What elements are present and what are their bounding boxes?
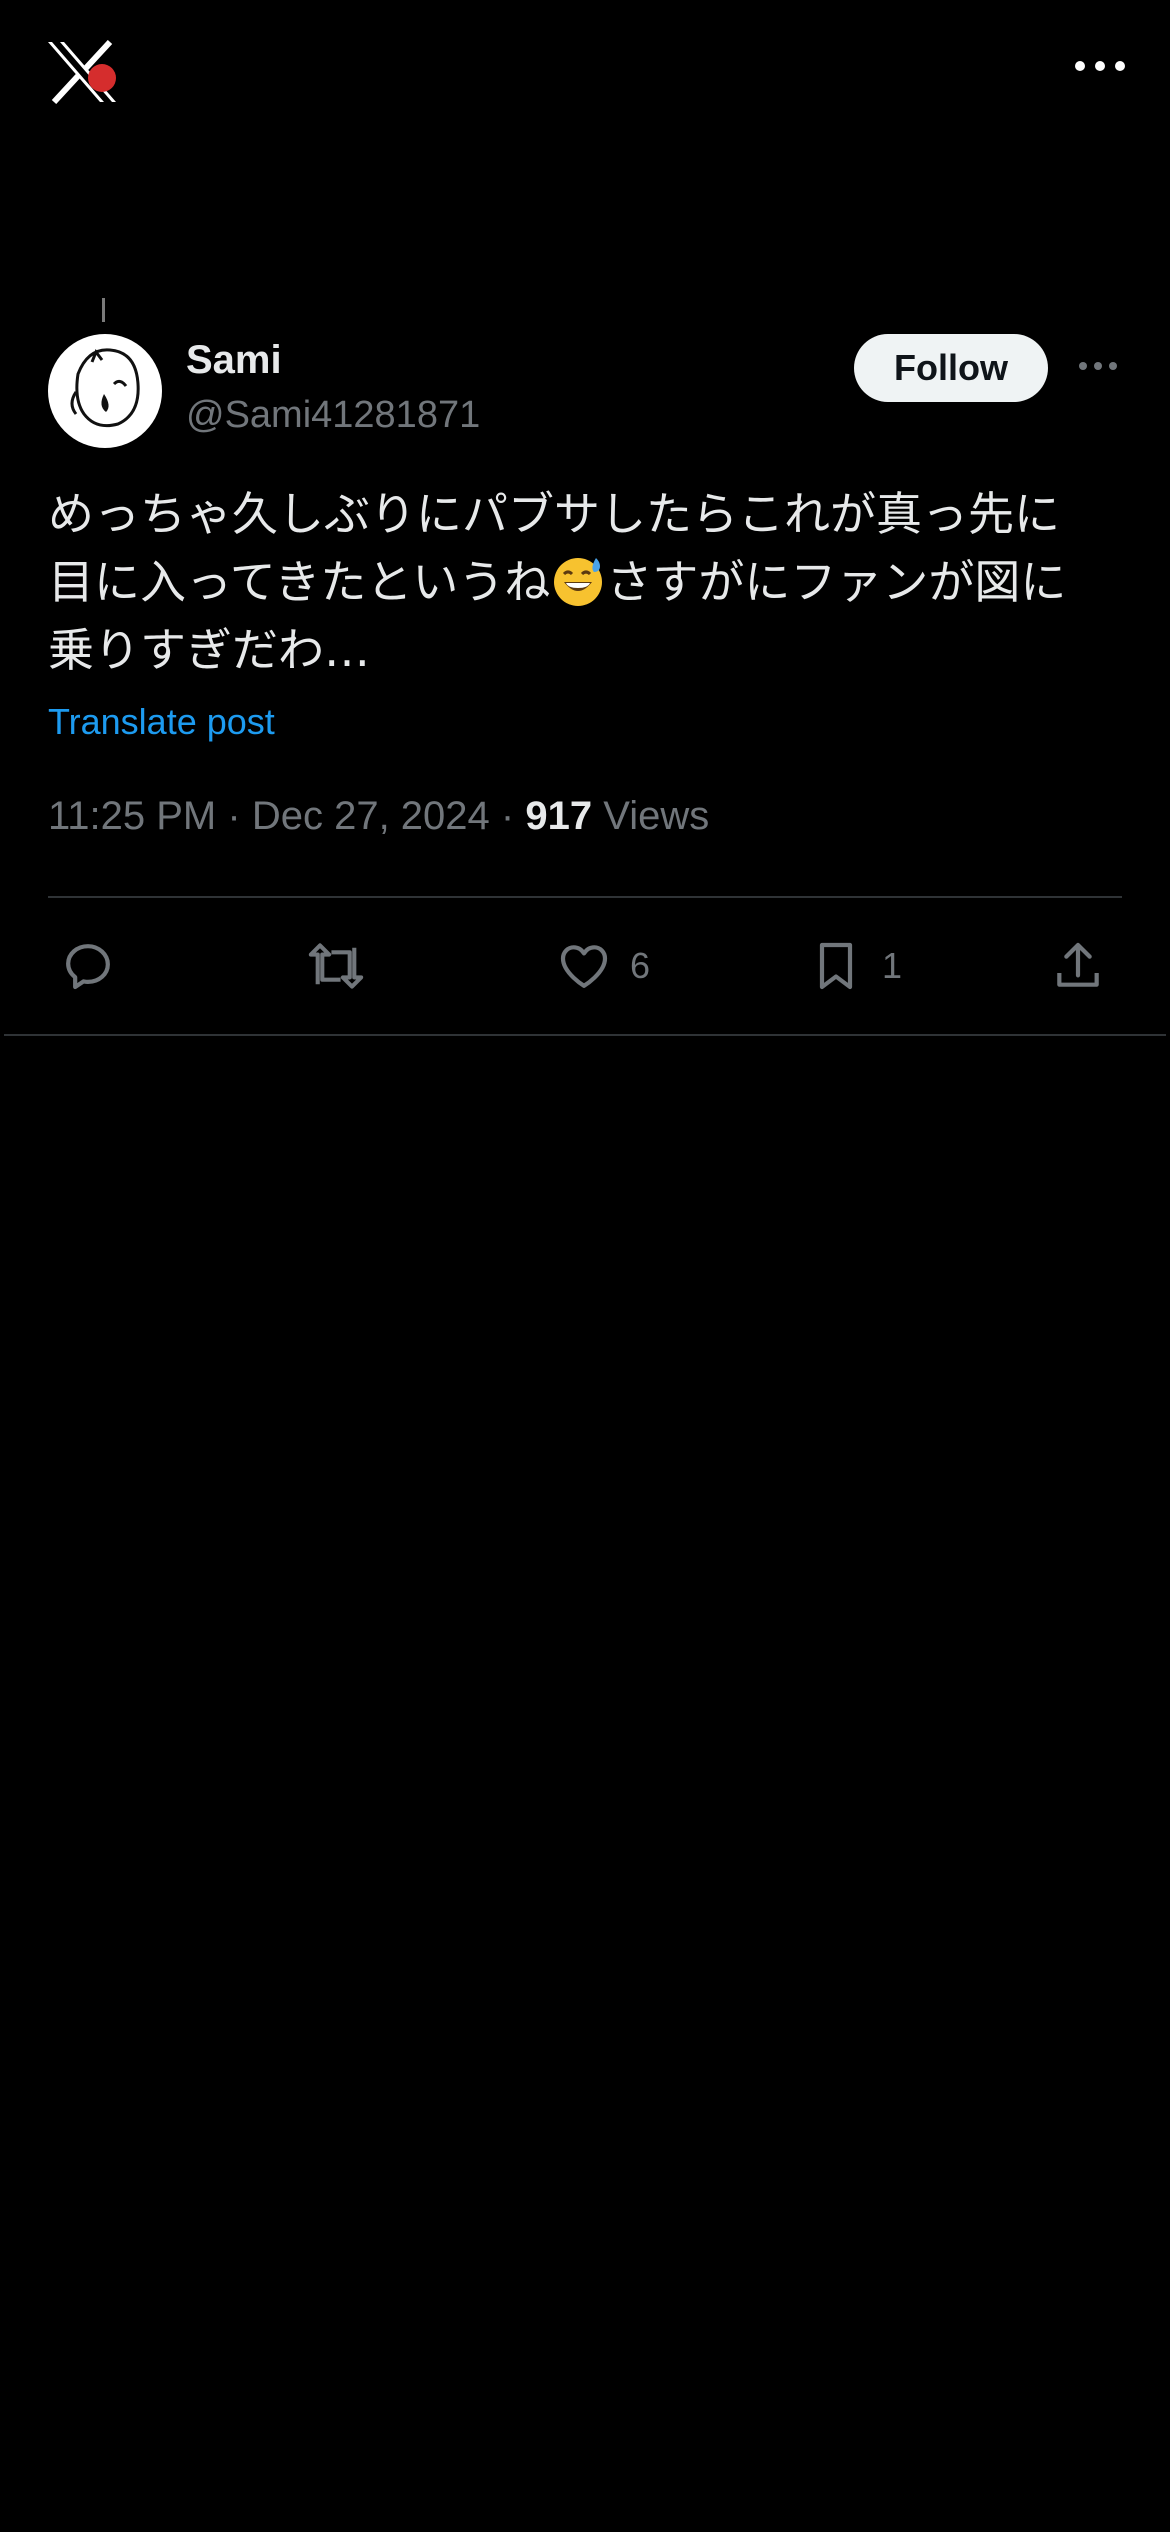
action-bar: 6 1 (48, 930, 1122, 1002)
avatar-drawing-icon (70, 348, 140, 428)
notification-badge-icon (88, 64, 116, 92)
bookmark-button[interactable]: 1 (808, 930, 902, 1002)
post-meta: 11:25 PM · Dec 27, 2024 · 917 Views (48, 792, 709, 840)
post-date[interactable]: Dec 27, 2024 (252, 794, 490, 838)
views-count: 917 (525, 794, 593, 838)
meta-separator: · (227, 794, 241, 838)
reply-icon (66, 944, 110, 990)
more-horizontal-icon[interactable] (1078, 358, 1118, 374)
share-icon (1057, 942, 1099, 987)
heart-icon (560, 945, 608, 988)
bookmark-count: 1 (882, 945, 903, 986)
views-label: Views (603, 794, 710, 838)
post-text-line: 乗りすぎだわ… (48, 623, 370, 677)
post-time[interactable]: 11:25 PM (48, 794, 216, 838)
author-handle[interactable]: @Sami41281871 (186, 392, 480, 438)
translate-post-link[interactable]: Translate post (48, 700, 275, 744)
avatar[interactable] (48, 298, 162, 448)
bookmark-icon (819, 942, 853, 990)
post-text-segment: さすがにファンが図に (606, 555, 1067, 609)
divider (4, 1034, 1166, 1036)
author-display-name[interactable]: Sami (186, 336, 282, 384)
divider (48, 896, 1122, 898)
follow-button[interactable]: Follow (854, 334, 1048, 402)
like-button[interactable]: 6 (556, 930, 650, 1002)
post-text-line: めっちゃ久しぶりにパブサしたらこれが真っ先に (48, 487, 1060, 541)
post-text-line-2: 目に入ってきたというね さすがにファンが図に (48, 548, 1122, 616)
share-button[interactable] (1050, 930, 1106, 1002)
reply-button[interactable] (60, 930, 116, 1002)
more-horizontal-icon[interactable] (1074, 56, 1126, 76)
post-text: めっちゃ久しぶりにパブサしたらこれが真っ先に 目に入ってきたというね さすがにファ… (48, 480, 1122, 684)
repost-icon (308, 943, 364, 989)
grinning-face-with-sweat-icon (554, 558, 603, 606)
avatar-decoration (102, 298, 105, 322)
post-text-segment: 目に入ってきたというね (48, 555, 551, 609)
like-count: 6 (630, 945, 651, 986)
top-bar (0, 0, 1170, 150)
meta-separator: · (500, 794, 515, 838)
repost-button[interactable] (304, 930, 368, 1002)
